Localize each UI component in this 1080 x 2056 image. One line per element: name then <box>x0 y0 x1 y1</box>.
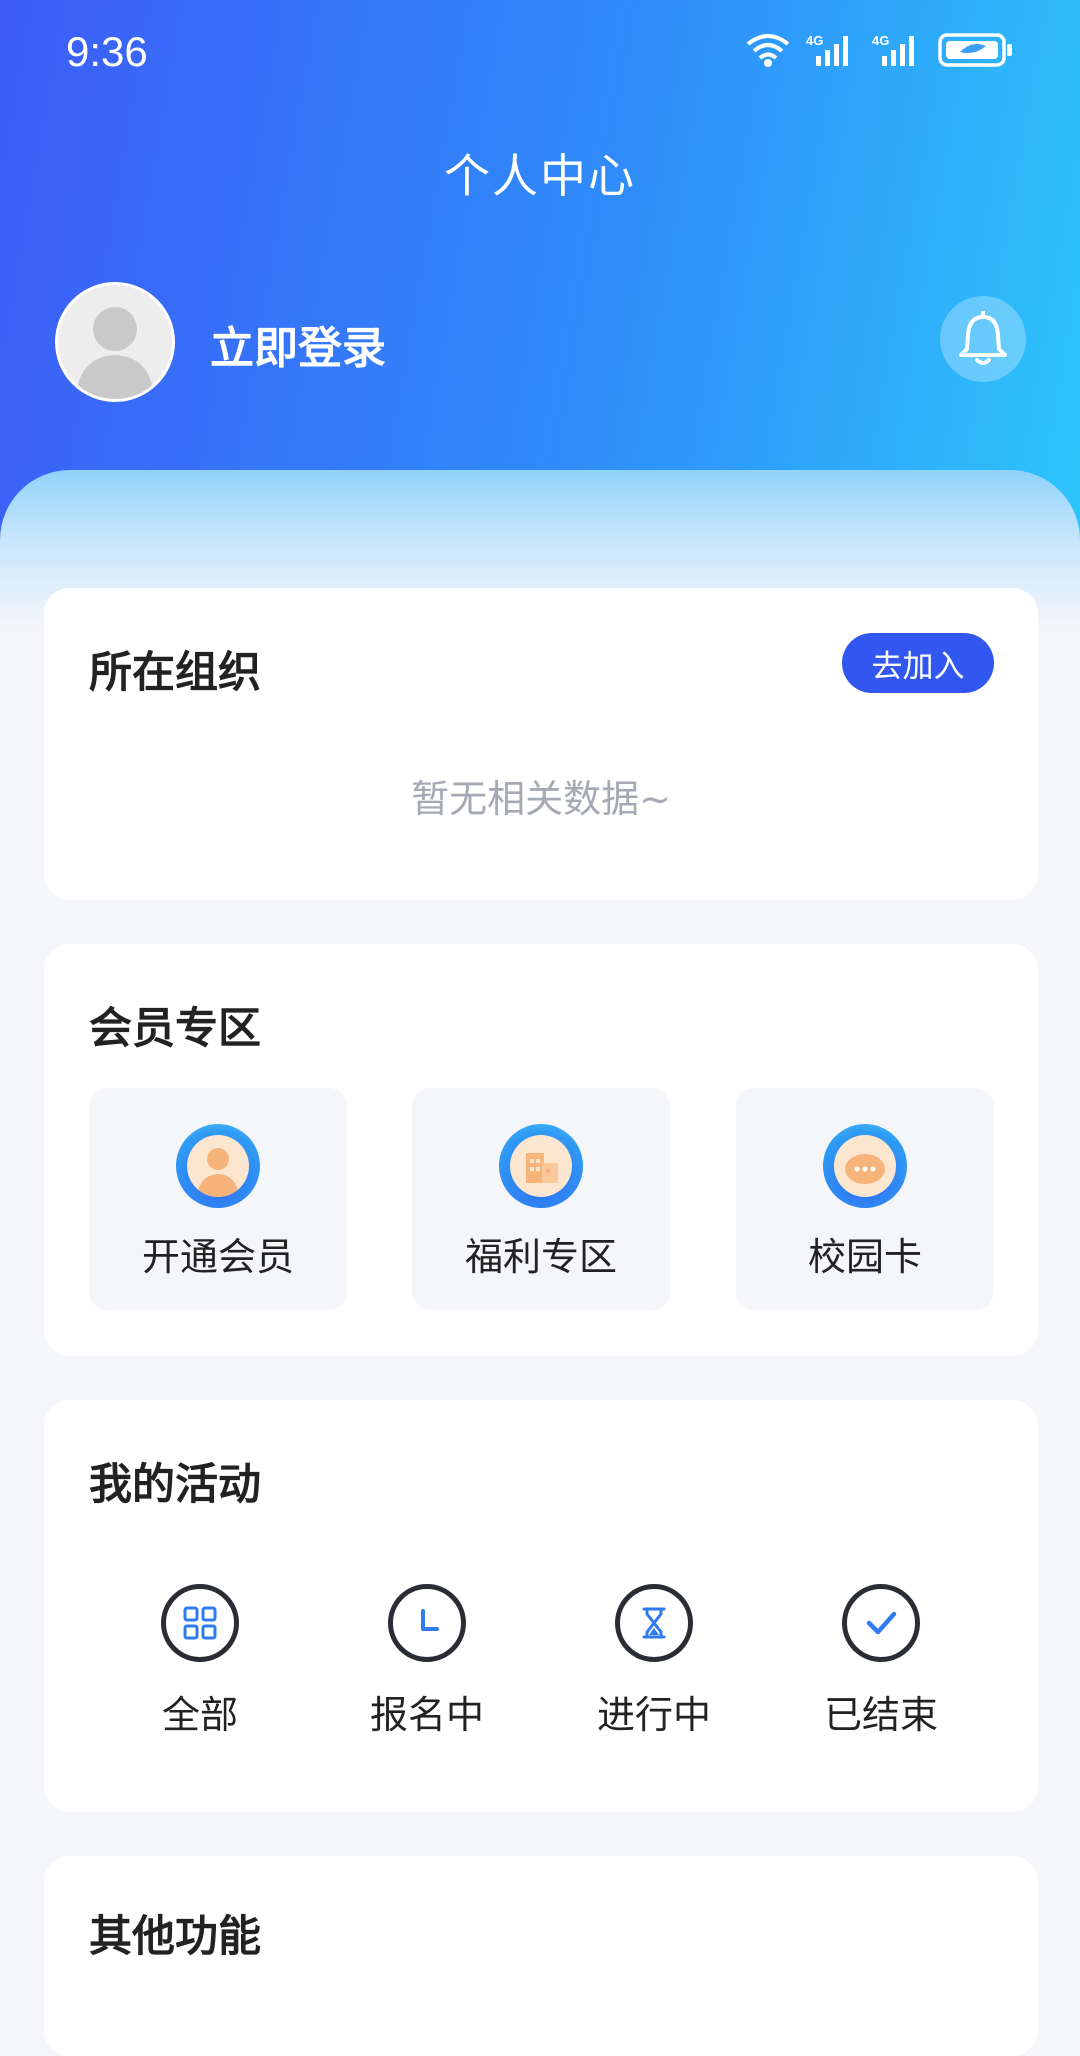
activity-label: 已结束 <box>823 1693 938 1737</box>
other-functions-title: 其他功能 <box>89 1912 261 1962</box>
page-title: 个人中心 <box>444 149 636 203</box>
status-time: 9:36 <box>66 28 148 75</box>
member-tile-label: 校园卡 <box>807 1235 922 1279</box>
default-avatar-icon <box>58 285 172 399</box>
membership-card: 会员专区 开通会员 福利专区 校园卡 <box>44 944 1038 1356</box>
empty-state-text: 暂无相关数据~ <box>411 777 671 821</box>
open-membership-tile[interactable]: 开通会员 <box>89 1088 347 1310</box>
welfare-tile[interactable]: 福利专区 <box>412 1088 670 1310</box>
other-functions-card: 其他功能 <box>44 1856 1038 2056</box>
activity-label: 进行中 <box>596 1693 711 1737</box>
campus-card-tile[interactable]: 校园卡 <box>736 1088 994 1310</box>
notification-button[interactable] <box>940 296 1026 382</box>
wifi-icon <box>746 34 790 67</box>
svg-text:4G: 4G <box>872 33 889 48</box>
grid-icon <box>161 1584 239 1662</box>
membership-title: 会员专区 <box>89 1004 261 1054</box>
clock-icon <box>388 1584 466 1662</box>
hourglass-icon <box>615 1584 693 1662</box>
svg-text:4G: 4G <box>806 33 823 48</box>
signal-4g-icon: 4G <box>806 33 848 66</box>
activity-registering[interactable]: 报名中 <box>337 1584 517 1739</box>
signal-4g-icon: 4G <box>872 33 914 66</box>
activities-card: 我的活动 全部 报名中 进行中 已结束 <box>44 1400 1038 1812</box>
organization-title: 所在组织 <box>89 648 261 698</box>
member-person-icon <box>176 1124 260 1208</box>
activity-all[interactable]: 全部 <box>110 1584 290 1739</box>
check-icon <box>842 1584 920 1662</box>
activities-title: 我的活动 <box>89 1460 261 1510</box>
member-tile-label: 开通会员 <box>141 1235 294 1279</box>
join-button[interactable]: 去加入 <box>842 633 994 693</box>
bell-icon <box>959 311 1007 365</box>
member-tile-label: 福利专区 <box>464 1235 617 1279</box>
status-bar: 9:36 4G 4G <box>0 0 1080 106</box>
welfare-building-icon <box>499 1124 583 1208</box>
activity-in-progress[interactable]: 进行中 <box>564 1584 744 1739</box>
activity-ended[interactable]: 已结束 <box>791 1584 971 1739</box>
avatar[interactable] <box>55 282 175 402</box>
campus-card-icon <box>823 1124 907 1208</box>
login-link[interactable]: 立即登录 <box>210 312 386 376</box>
status-icons: 4G 4G <box>744 32 1014 68</box>
battery-icon <box>938 33 1012 67</box>
activity-label: 全部 <box>161 1693 238 1737</box>
organization-card: 所在组织 去加入 暂无相关数据~ <box>44 588 1038 900</box>
activity-label: 报名中 <box>369 1693 484 1737</box>
